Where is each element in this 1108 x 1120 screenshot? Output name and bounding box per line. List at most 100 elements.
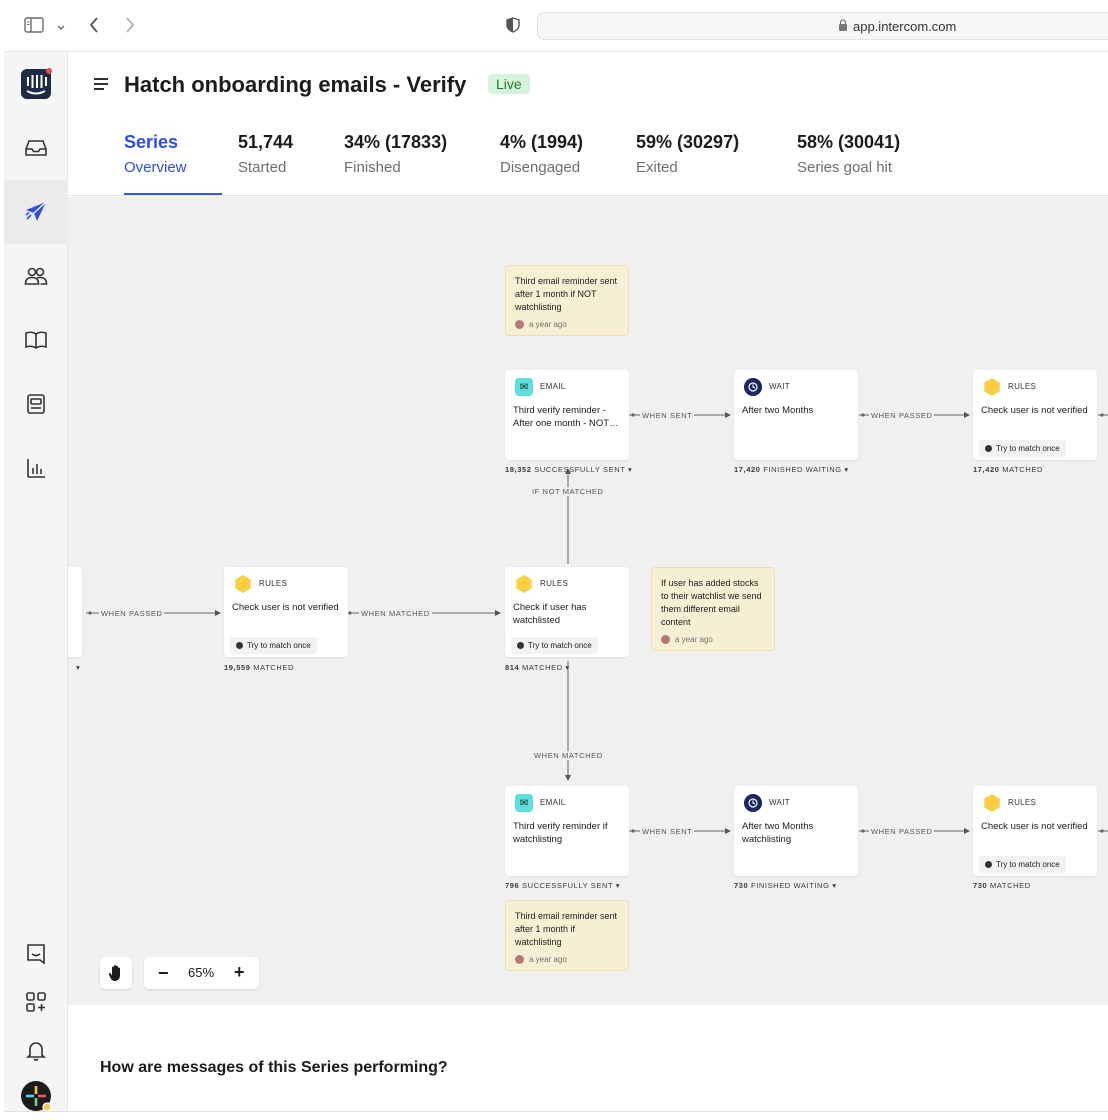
match-chip[interactable]: Try to match once (511, 637, 598, 654)
forward-icon[interactable] (124, 15, 136, 38)
match-chip[interactable]: Try to match once (230, 637, 317, 654)
clock-icon (744, 794, 762, 812)
note-meta: a year ago (661, 635, 766, 644)
edge-label-when-matched: WHEN MATCHED (532, 751, 605, 760)
note-meta: a year ago (515, 320, 620, 329)
email-node-bottom[interactable]: ✉ EMAIL Third verify reminder if watchli… (505, 786, 629, 876)
note-card[interactable]: Third email reminder sent after 1 month … (505, 900, 629, 971)
reports-nav[interactable] (4, 372, 68, 436)
series-canvas[interactable]: ▾ WHEN PASSED WHEN MATCHED ⚡ RULES Check… (68, 197, 1108, 1005)
sidebar-toggle-icon[interactable] (24, 16, 44, 37)
zoom-out-button[interactable]: − (158, 963, 169, 984)
node-stat-count: 730 (734, 881, 749, 890)
back-icon[interactable] (88, 15, 100, 38)
node-stat: 814 MATCHED ▾ (505, 663, 570, 672)
clock-icon (744, 378, 762, 396)
lightning-icon: ⚡ (984, 794, 1000, 812)
edge-label-when-passed: WHEN PASSED (869, 411, 935, 420)
hamburger-menu-icon[interactable] (94, 78, 108, 90)
match-chip[interactable]: Try to match once (979, 856, 1066, 873)
edge-label-when-matched: WHEN MATCHED (359, 609, 432, 618)
rules-node-bottom[interactable]: ⚡ RULES Check user is not verified Try t… (973, 786, 1097, 876)
inbox-nav[interactable] (4, 116, 68, 180)
edge-label-when-passed: WHEN PASSED (99, 609, 165, 618)
rules-node-top[interactable]: ⚡ RULES Check user is not verified Try t… (973, 370, 1097, 460)
stat-finished[interactable]: 34% (17833) Finished (344, 132, 447, 176)
avatar (661, 635, 670, 644)
node-stat-label: FINISHED WAITING (751, 881, 830, 890)
knowledge-nav[interactable] (4, 308, 68, 372)
stat-exited[interactable]: 59% (30297) Exited (636, 132, 739, 176)
users-icon (24, 267, 48, 285)
avatar (515, 320, 524, 329)
edge-label-if-not-matched: IF NOT MATCHED (530, 487, 606, 496)
node-title: Third verify reminder if watchlisting (513, 821, 608, 845)
node-type-label: RULES (259, 579, 288, 588)
node-stat-count: 814 (505, 663, 520, 672)
note-card[interactable]: Third email reminder sent after 1 month … (505, 265, 629, 336)
stat-series-goal-hit[interactable]: 58% (30041) Series goal hit (797, 132, 900, 176)
node-stat-count: 730 (973, 881, 988, 890)
tab-series-overview[interactable]: Series Overview (124, 132, 187, 176)
node-title: Check user is not verified (981, 405, 1088, 416)
stat-value: Series (124, 132, 179, 152)
note-time: a year ago (675, 635, 713, 644)
node-stat-count: 19,559 (224, 663, 251, 672)
wait-node-top[interactable]: WAIT After two Months (734, 370, 858, 460)
avatar (515, 955, 524, 964)
stat-value: 4% (1994) (500, 132, 584, 152)
node-stat: 19,559 MATCHED (224, 663, 294, 672)
address-bar[interactable]: app.intercom.com (537, 12, 1108, 40)
note-card[interactable]: If user has added stocks to their watchl… (651, 567, 775, 651)
node-stat-label: SUCCESSFULLY SENT (534, 465, 626, 474)
node-stat-label: MATCHED (990, 881, 1031, 890)
edge-label-when-sent: WHEN SENT (640, 411, 695, 420)
analytics-nav[interactable] (4, 436, 68, 500)
node-stat-label: FINISHED WAITING (763, 465, 842, 474)
stat-label: Finished (344, 159, 401, 176)
node-type-label: RULES (1008, 382, 1037, 391)
note-text: If user has added stocks to their watchl… (661, 578, 762, 627)
email-node-top[interactable]: ✉ EMAIL Third verify reminder - After on… (505, 370, 629, 460)
partial-node[interactable] (68, 567, 82, 657)
profile-avatar[interactable] (4, 1064, 68, 1111)
hand-icon (108, 965, 120, 981)
node-stat-count: 17,420 (734, 465, 761, 474)
stat-disengaged[interactable]: 4% (1994) Disengaged (500, 132, 583, 176)
node-stat-count: 18,352 (505, 465, 532, 474)
pan-tool-button[interactable] (100, 957, 132, 989)
dropdown-caret[interactable]: ▾ (76, 663, 80, 672)
lightning-icon: ⚡ (984, 378, 1000, 396)
url-text: app.intercom.com (853, 19, 957, 34)
note-text: Third email reminder sent after 1 month … (515, 911, 618, 947)
note-text: Third email reminder sent after 1 month … (515, 276, 618, 312)
lightning-icon: ⚡ (516, 575, 532, 593)
zoom-controls: − 65% + (144, 957, 259, 989)
wait-node-bottom[interactable]: WAIT After two Months watchlisting (734, 786, 858, 876)
intercom-logo[interactable] (4, 52, 68, 116)
intercom-logo-icon (21, 68, 52, 99)
node-type-label: RULES (540, 579, 569, 588)
node-stat: 17,420 MATCHED (973, 465, 1043, 474)
stat-started[interactable]: 51,744 Started (238, 132, 293, 176)
stat-value: 59% (30297) (636, 132, 740, 152)
match-chip[interactable]: Try to match once (979, 440, 1066, 457)
section-heading: How are messages of this Series performi… (100, 1059, 448, 1076)
stat-value: 58% (30041) (797, 132, 901, 152)
node-stat-label: MATCHED (253, 663, 294, 672)
node-title: After two Months (742, 405, 814, 416)
chevron-down-icon[interactable] (56, 18, 66, 36)
note-time: a year ago (529, 955, 567, 964)
note-time: a year ago (529, 320, 567, 329)
contacts-nav[interactable] (4, 244, 68, 308)
edge-label-when-passed: WHEN PASSED (869, 827, 935, 836)
node-stat-label: MATCHED (1002, 465, 1043, 474)
zoom-in-button[interactable]: + (234, 962, 245, 983)
rules-node-check-verified[interactable]: ⚡ RULES Check user is not verified Try t… (224, 567, 348, 657)
stat-label: Started (238, 159, 287, 176)
shield-icon[interactable] (506, 17, 520, 36)
email-icon: ✉ (515, 378, 533, 396)
node-type-label: WAIT (769, 382, 790, 391)
rules-node-watchlisted[interactable]: ⚡ RULES Check if user has watchlisted Tr… (505, 567, 629, 657)
outbound-nav[interactable] (4, 180, 68, 244)
